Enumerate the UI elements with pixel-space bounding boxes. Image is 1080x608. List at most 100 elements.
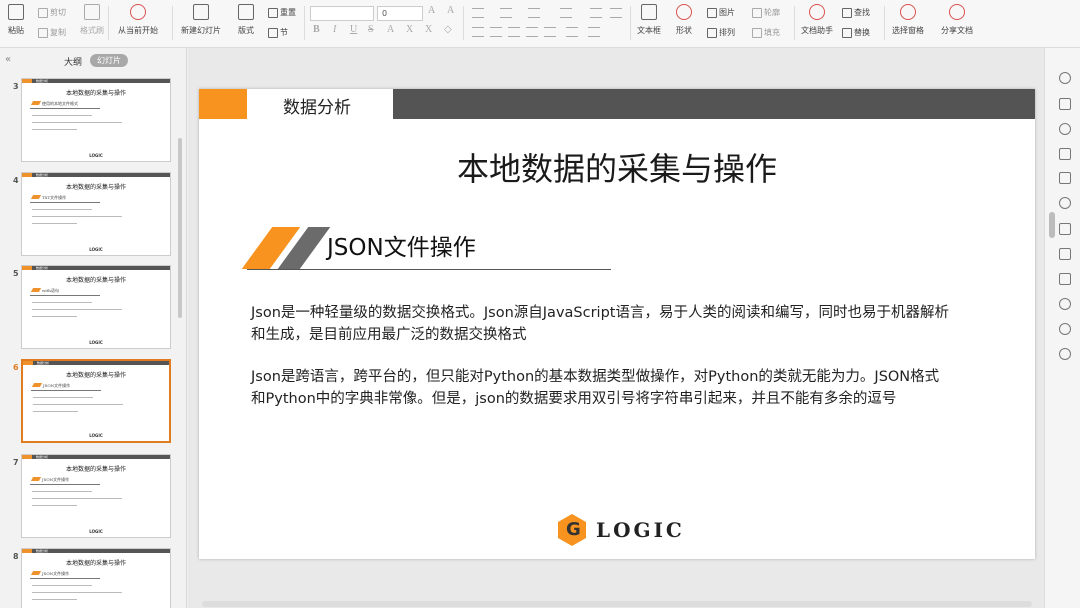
paragraph-2[interactable]: Json是跨语言，跨平台的，但只能对Python的基本数据类型做操作，对Pyth… xyxy=(251,366,951,410)
selection-pane-button[interactable]: 选择窗格 xyxy=(892,4,924,36)
subscript-icon[interactable]: X xyxy=(425,24,432,35)
replace-button[interactable]: 替换 xyxy=(842,27,870,38)
align-left-icon[interactable] xyxy=(472,27,484,37)
slide-title[interactable]: 本地数据的采集与操作 xyxy=(199,144,1035,190)
thumb-text-line xyxy=(32,585,92,586)
export-icon[interactable] xyxy=(1059,248,1071,260)
slide-number: 3 xyxy=(13,82,19,91)
shrink-font-icon[interactable]: A xyxy=(447,5,454,16)
slide-thumbnail[interactable]: 数据分析 本地数据的采集与操作 使用的本地文件格式 LOGIC xyxy=(21,78,171,162)
slide-number: 6 xyxy=(13,363,19,372)
shape-button[interactable]: 形状 xyxy=(676,4,692,36)
format-painter-button[interactable]: 格式刷 xyxy=(80,4,104,36)
align-right-icon[interactable] xyxy=(508,27,520,37)
picture-icon xyxy=(707,7,717,18)
find-button[interactable]: 查找 xyxy=(842,7,870,18)
copy-icon xyxy=(38,27,48,38)
text-box-button[interactable]: 文本框 xyxy=(637,4,661,36)
text-box-icon xyxy=(641,4,657,20)
paragraph-1[interactable]: Json是一种轻量级的数据交换格式。Json源自JavaScript语言，易于人… xyxy=(251,302,951,346)
play-from-current-button[interactable]: 从当前开始 xyxy=(118,4,158,36)
collapse-panel-icon[interactable]: « xyxy=(5,54,11,65)
sound-icon[interactable] xyxy=(1059,298,1071,310)
italic-icon[interactable]: I xyxy=(333,24,336,35)
paste-button[interactable]: 粘贴 xyxy=(8,4,24,36)
clear-format-icon[interactable]: ◇ xyxy=(444,24,452,35)
thumb-text-line xyxy=(33,411,78,412)
font-color-icon[interactable]: A xyxy=(387,24,394,35)
arrange-button[interactable]: 排列 xyxy=(707,27,735,38)
share-icon xyxy=(949,4,965,20)
panel-scrollbar[interactable] xyxy=(178,138,182,318)
copy-format-icon[interactable] xyxy=(1059,98,1071,110)
numbered-list-icon[interactable] xyxy=(500,8,512,18)
line-spacing-icon[interactable] xyxy=(590,8,602,18)
fill-button[interactable]: 填充 xyxy=(752,27,780,38)
tab-outline[interactable]: 大纲 xyxy=(64,55,82,68)
slide-heading[interactable]: JSON文件操作 xyxy=(327,228,476,262)
animation-icon[interactable] xyxy=(1059,172,1071,184)
thumb-text-line xyxy=(32,223,77,224)
smart-art-icon[interactable] xyxy=(588,27,600,37)
bold-icon[interactable]: B xyxy=(313,24,320,35)
slide-thumbnail[interactable]: 数据分析 本地数据的采集与操作 with语句 LOGIC xyxy=(21,265,171,349)
image-icon[interactable] xyxy=(1059,273,1071,285)
search-icon xyxy=(842,7,852,18)
settings-icon[interactable] xyxy=(1059,148,1071,160)
copy-button[interactable]: 复制 xyxy=(38,27,66,38)
logo-mark-icon xyxy=(558,514,586,546)
paste-icon xyxy=(8,4,24,20)
favorite-icon[interactable] xyxy=(1059,197,1071,209)
doc-assistant-button[interactable]: 文档助手 xyxy=(801,4,833,36)
stack-icon[interactable] xyxy=(1059,223,1071,235)
reset-icon xyxy=(268,7,278,18)
horizontal-scrollbar[interactable] xyxy=(202,601,1032,607)
history-icon[interactable] xyxy=(1059,323,1071,335)
slide-thumbnail[interactable]: 数据分析 本地数据的采集与操作 TXT文件操作 LOGIC xyxy=(21,172,171,256)
font-size-select[interactable]: 0 xyxy=(377,6,423,21)
tab-slides[interactable]: 幻灯片 xyxy=(90,54,128,67)
heading-underline xyxy=(247,269,611,270)
thumb-title: 本地数据的采集与操作 xyxy=(65,466,126,473)
justify-icon[interactable] xyxy=(526,27,538,37)
star-icon[interactable] xyxy=(1059,72,1071,84)
vertical-scroll-thumb[interactable] xyxy=(1049,212,1055,238)
slide-thumbnail[interactable]: 数据分析本地数据的采集与操作JSON文件操作LOGIC xyxy=(21,359,171,443)
right-toolbar xyxy=(1044,48,1080,608)
slide-thumbnail[interactable]: 数据分析本地数据的采集与操作JSON文件操作LOGIC xyxy=(21,548,171,608)
thumb-logo: LOGIC xyxy=(89,340,103,345)
indent-icon[interactable] xyxy=(528,8,540,18)
font-name-select[interactable] xyxy=(310,6,374,21)
slide-thumbnail[interactable]: 数据分析本地数据的采集与操作JSON文件操作LOGIC xyxy=(21,454,171,538)
align-center-icon[interactable] xyxy=(490,27,502,37)
vertical-align-icon[interactable] xyxy=(566,27,578,37)
superscript-icon[interactable]: X xyxy=(406,24,413,35)
thumb-title: 本地数据的采集与操作 xyxy=(65,90,126,97)
help-icon[interactable] xyxy=(1059,348,1071,360)
thumb-text-line xyxy=(32,309,122,310)
new-slide-button[interactable]: 新建幻灯片 xyxy=(181,4,221,36)
underline-icon[interactable]: U xyxy=(350,24,357,35)
outline-button[interactable]: 轮廓 xyxy=(752,7,780,18)
shape-panel-icon[interactable] xyxy=(1059,123,1071,135)
reset-button[interactable]: 重置 xyxy=(268,7,296,18)
strike-icon[interactable]: S xyxy=(368,24,374,35)
text-direction-icon[interactable] xyxy=(610,8,622,18)
columns-icon[interactable] xyxy=(560,8,572,18)
layout-button[interactable]: 版式 xyxy=(238,4,254,36)
bullet-list-icon[interactable] xyxy=(472,8,484,18)
cut-button[interactable]: 剪切 xyxy=(38,7,66,18)
section-button[interactable]: 节 xyxy=(268,27,288,38)
selection-pane-icon xyxy=(900,4,916,20)
slide-number: 8 xyxy=(13,552,19,561)
current-slide[interactable]: 数据分析 本地数据的采集与操作 JSON文件操作 Json是一种轻量级的数据交换… xyxy=(199,89,1035,559)
thumb-rule xyxy=(30,108,100,109)
grow-font-icon[interactable]: A xyxy=(428,5,435,16)
distribute-icon[interactable] xyxy=(544,27,556,37)
share-doc-button[interactable]: 分享文档 xyxy=(941,4,973,36)
thumb-text-line xyxy=(32,115,92,116)
thumb-text-line xyxy=(32,592,122,593)
picture-button[interactable]: 图片 xyxy=(707,7,735,18)
thumb-text-line xyxy=(32,302,92,303)
thumb-section: 数据分析 xyxy=(36,79,49,83)
